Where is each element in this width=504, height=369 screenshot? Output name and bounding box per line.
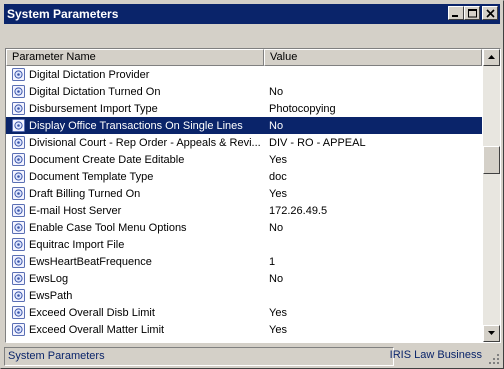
- parameter-name-cell: Draft Billing Turned On: [29, 187, 141, 200]
- parameter-name-cell: Exceed Overall Matter Limit: [29, 323, 165, 336]
- table-row[interactable]: EwsHeartBeatFrequence 1: [6, 253, 482, 270]
- parameter-value-cell: No: [269, 272, 284, 285]
- parameter-value-cell: No: [269, 119, 284, 132]
- parameter-name-cell: Display Office Transactions On Single Li…: [29, 119, 243, 132]
- parameter-name-cell: Document Template Type: [29, 170, 154, 183]
- close-icon: [486, 9, 495, 18]
- table-row[interactable]: EwsLog No: [6, 270, 482, 287]
- scroll-down-button[interactable]: [483, 325, 500, 342]
- table-row[interactable]: EwsPath: [6, 287, 482, 304]
- parameter-icon: [12, 119, 25, 132]
- parameter-name-cell: EwsLog: [29, 272, 69, 285]
- close-button[interactable]: [482, 6, 498, 20]
- grid-header: Parameter Name Value: [6, 49, 482, 66]
- parameter-icon: [12, 255, 25, 268]
- arrow-up-icon: [488, 55, 495, 59]
- table-row[interactable]: Divisional Court - Rep Order - Appeals &…: [6, 134, 482, 151]
- table-row[interactable]: Digital Dictation Turned On No: [6, 83, 482, 100]
- parameter-name-cell: E-mail Host Server: [29, 204, 122, 217]
- arrow-down-icon: [488, 331, 495, 335]
- parameter-value-cell: DIV - RO - APPEAL: [269, 136, 366, 149]
- title-bar[interactable]: System Parameters: [4, 4, 500, 24]
- parameter-icon: [12, 153, 25, 166]
- parameter-icon: [12, 85, 25, 98]
- parameter-name-cell: EwsHeartBeatFrequence: [29, 255, 152, 268]
- status-bar: System Parameters IRIS Law Business: [2, 346, 502, 367]
- toolbar-area: [4, 25, 500, 45]
- parameter-icon: [12, 289, 25, 302]
- scroll-up-button[interactable]: [483, 49, 500, 66]
- table-row[interactable]: Enable Case Tool Menu Options No: [6, 219, 482, 236]
- parameters-grid: Parameter Name Value Digital Dictation P…: [5, 48, 501, 343]
- parameter-value-cell: Yes: [269, 187, 287, 200]
- parameter-icon: [12, 102, 25, 115]
- system-parameters-window: System Parameters Parameter Name Value D…: [0, 0, 504, 369]
- parameter-icon: [12, 221, 25, 234]
- table-row[interactable]: Document Create Date Editable Yes: [6, 151, 482, 168]
- table-row[interactable]: Exceed Overall Matter Limit Yes: [6, 321, 482, 338]
- parameter-value-cell: No: [269, 85, 284, 98]
- parameter-icon: [12, 323, 25, 336]
- status-left-text: System Parameters: [4, 347, 394, 366]
- parameter-value-cell: Yes: [269, 323, 287, 336]
- minimize-icon: [452, 15, 458, 17]
- parameter-name-cell: Exceed Overall Disb Limit: [29, 306, 155, 319]
- parameter-value-cell: 172.26.49.5: [269, 204, 328, 217]
- parameter-icon: [12, 272, 25, 285]
- grid-rows: Digital Dictation Provider Digital Dictat…: [6, 66, 482, 338]
- window-controls: [448, 6, 498, 20]
- resize-grip-icon[interactable]: [488, 353, 500, 365]
- minimize-button[interactable]: [448, 6, 464, 20]
- parameter-name-cell: Disbursement Import Type: [29, 102, 158, 115]
- parameter-icon: [12, 136, 25, 149]
- parameter-icon: [12, 238, 25, 251]
- parameter-value-cell: Yes: [269, 153, 287, 166]
- table-row[interactable]: Disbursement Import Type Photocopying: [6, 100, 482, 117]
- table-row[interactable]: E-mail Host Server 172.26.49.5: [6, 202, 482, 219]
- parameter-value-cell: 1: [269, 255, 276, 268]
- table-row[interactable]: Display Office Transactions On Single Li…: [6, 117, 482, 134]
- parameter-value-cell: Photocopying: [269, 102, 336, 115]
- parameter-name-cell: Digital Dictation Turned On: [29, 85, 161, 98]
- vertical-scrollbar[interactable]: [483, 49, 500, 342]
- scrollbar-thumb[interactable]: [483, 146, 500, 174]
- maximize-button[interactable]: [464, 6, 480, 20]
- parameter-name-cell: Enable Case Tool Menu Options: [29, 221, 187, 234]
- parameter-icon: [12, 187, 25, 200]
- table-row[interactable]: Equitrac Import File: [6, 236, 482, 253]
- parameter-icon: [12, 306, 25, 319]
- parameter-name-cell: EwsPath: [29, 289, 73, 302]
- table-row[interactable]: Exceed Overall Disb Limit Yes: [6, 304, 482, 321]
- column-header-parameter-name[interactable]: Parameter Name: [6, 49, 264, 66]
- parameter-icon: [12, 170, 25, 183]
- parameter-name-cell: Digital Dictation Provider: [29, 68, 150, 81]
- column-header-value[interactable]: Value: [264, 49, 482, 66]
- parameter-icon: [12, 204, 25, 217]
- parameter-icon: [12, 68, 25, 81]
- parameter-value-cell: Yes: [269, 306, 287, 319]
- status-right-text: IRIS Law Business: [389, 349, 482, 361]
- parameter-name-cell: Divisional Court - Rep Order - Appeals &…: [29, 136, 261, 149]
- parameter-name-cell: Equitrac Import File: [29, 238, 125, 251]
- parameter-value-cell: No: [269, 221, 284, 234]
- window-title: System Parameters: [7, 7, 119, 21]
- table-row[interactable]: Document Template Type doc: [6, 168, 482, 185]
- table-row[interactable]: Draft Billing Turned On Yes: [6, 185, 482, 202]
- table-row[interactable]: Digital Dictation Provider: [6, 66, 482, 83]
- maximize-icon: [468, 9, 477, 18]
- parameter-value-cell: doc: [269, 170, 287, 183]
- parameter-name-cell: Document Create Date Editable: [29, 153, 185, 166]
